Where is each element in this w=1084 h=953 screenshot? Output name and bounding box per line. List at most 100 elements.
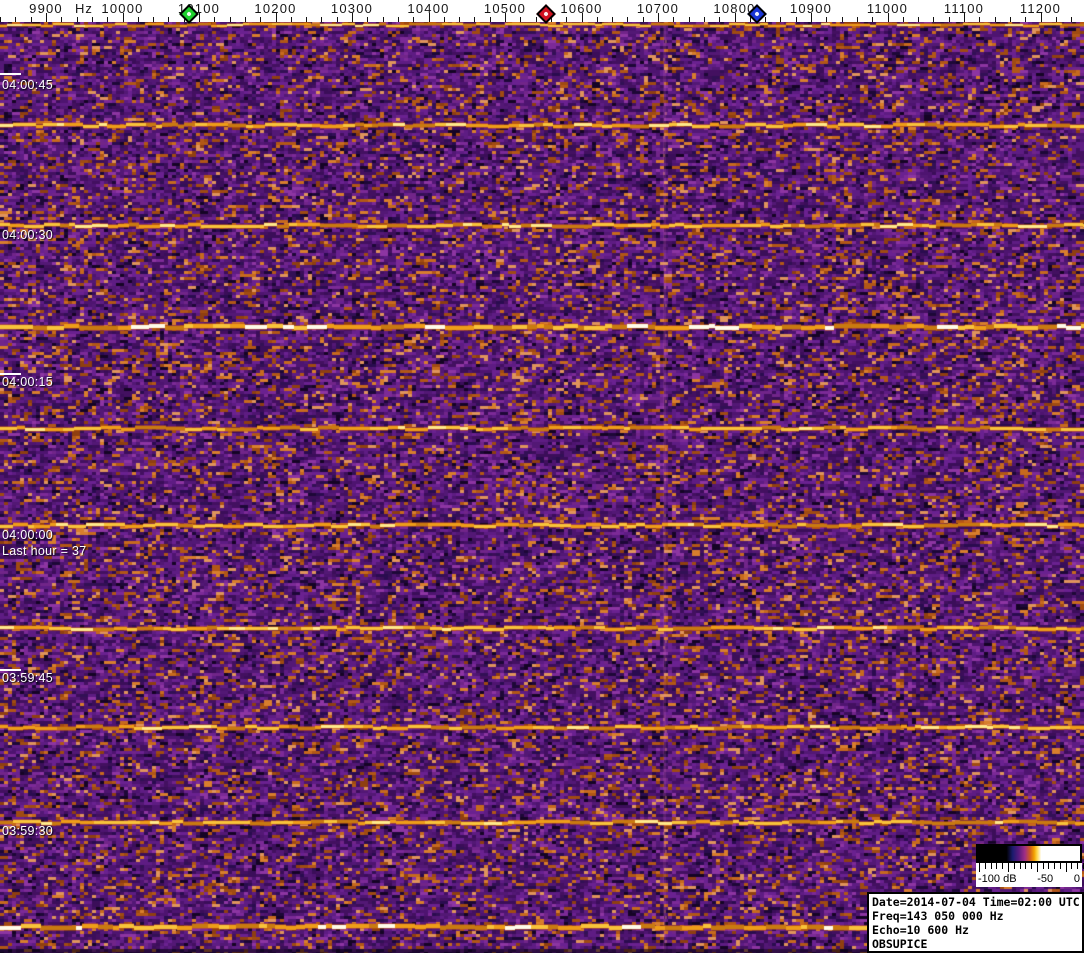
time-tick	[0, 73, 21, 75]
db-label-min: -100 dB	[978, 873, 1017, 885]
ruler-tick	[703, 17, 705, 22]
ruler-frequency-label: 10700	[636, 1, 680, 16]
ruler-tick	[566, 17, 568, 22]
ruler-frequency-label: 10500	[483, 1, 527, 16]
ruler-frequency-label: 11000	[866, 1, 909, 16]
ruler-tick	[994, 17, 996, 22]
ruler-tick	[15, 17, 17, 22]
station-info-box: Date=2014-07-04 Time=02:00 UTC Freq=143 0…	[867, 892, 1084, 953]
ruler-tick	[918, 17, 920, 22]
ruler-frequency-label: 10400	[407, 1, 450, 16]
time-label: 03:59:45	[2, 671, 54, 685]
ruler-frequency-label: 9900	[29, 1, 63, 16]
ruler-tick	[872, 17, 874, 22]
db-scale-labels: -100 dB -50 0	[976, 873, 1082, 887]
ruler-tick	[933, 17, 935, 22]
info-line: OBSUPICE	[872, 937, 928, 951]
info-line: Freq=143 050 000 Hz	[872, 909, 1004, 923]
ruler-tick	[642, 17, 644, 22]
ruler-tick	[765, 17, 767, 22]
ruler-tick	[107, 17, 109, 22]
frequency-unit-label: Hz	[75, 1, 93, 16]
time-label: 03:59:30	[2, 824, 54, 838]
ruler-frequency-label: 10600	[560, 1, 603, 16]
ruler-tick	[688, 17, 690, 22]
time-label: 04:00:30	[2, 228, 54, 242]
ruler-tick	[1055, 17, 1057, 22]
db-scale-tick	[1065, 863, 1067, 872]
ruler-tick	[627, 17, 629, 22]
ruler-tick	[795, 17, 797, 22]
ruler-tick	[214, 17, 216, 22]
frequency-ruler: Hz 9900 10000 10100 10200 10300 10400 10500 106…	[0, 0, 1084, 24]
marker-red-diamond-icon[interactable]	[536, 4, 556, 24]
ruler-tick	[382, 17, 384, 22]
ruler-tick	[856, 17, 858, 22]
time-label: 04:00:15	[2, 375, 54, 389]
db-scale-tick	[1031, 863, 1033, 869]
db-scale-tick	[1019, 863, 1021, 869]
ruler-tick	[520, 17, 522, 22]
ruler-tick	[397, 17, 399, 22]
ruler-tick	[321, 17, 323, 22]
last-hour-count-annotation: Last hour = 37	[2, 544, 87, 558]
ruler-tick	[1071, 17, 1073, 22]
ruler-frequency-label: 10000	[101, 1, 144, 16]
ruler-tick	[367, 17, 369, 22]
info-line: Echo=10 600 Hz	[872, 923, 969, 937]
ruler-tick	[443, 17, 445, 22]
db-scale-tick	[1054, 863, 1056, 869]
info-line: Date=2014-07-04 Time=02:00 UTC	[872, 895, 1080, 909]
ruler-tick	[780, 17, 782, 22]
db-scale-tick	[1077, 863, 1079, 869]
ruler-tick	[1009, 17, 1011, 22]
db-colorbar-legend: -100 dB -50 0	[976, 844, 1084, 887]
spectrogram-app: Hz 9900 10000 10100 10200 10300 10400 10500 106…	[0, 0, 1084, 953]
ruler-frequency-label: 11200	[1019, 1, 1062, 16]
ruler-frequency-label: 11100	[943, 1, 985, 16]
ruler-tick	[1025, 17, 1027, 22]
ruler-tick	[61, 17, 63, 22]
db-scale-tick	[1013, 863, 1015, 869]
ruler-tick	[290, 17, 292, 22]
ruler-tick	[841, 17, 843, 22]
ruler-tick	[413, 17, 415, 22]
ruler-tick	[596, 17, 598, 22]
ruler-tick	[489, 17, 491, 22]
ruler-tick	[30, 17, 32, 22]
db-scale-tick	[1071, 863, 1073, 869]
ruler-tick	[474, 17, 476, 22]
db-scale-tick	[1002, 863, 1004, 869]
ruler-frequency-label: 10200	[254, 1, 297, 16]
ruler-tick	[612, 17, 614, 22]
ruler-tick	[91, 17, 93, 22]
ruler-tick	[229, 17, 231, 22]
ruler-tick	[948, 17, 950, 22]
db-label-max: 0	[1073, 873, 1080, 885]
ruler-tick	[260, 17, 262, 22]
ruler-frequency-label: 10900	[789, 1, 833, 16]
ruler-tick	[76, 17, 78, 22]
ruler-tick	[902, 17, 904, 22]
db-scale-ticks	[976, 863, 1084, 873]
ruler-tick	[535, 17, 537, 22]
time-label: 04:00:00	[2, 528, 54, 542]
time-label: 04:00:45	[2, 78, 54, 92]
db-scale-tick	[984, 863, 986, 869]
db-scale-tick	[979, 863, 981, 872]
ruler-tick	[306, 17, 308, 22]
ruler-frequency-label: 10300	[330, 1, 374, 16]
db-scale-tick	[1048, 863, 1050, 869]
ruler-tick	[137, 17, 139, 22]
ruler-tick	[459, 17, 461, 22]
ruler-tick	[673, 17, 675, 22]
ruler-tick	[336, 17, 338, 22]
db-scale-tick	[1059, 863, 1061, 869]
ruler-tick	[719, 17, 721, 22]
db-scale-tick	[990, 863, 992, 869]
db-scale-tick	[1042, 863, 1044, 869]
ruler-tick	[979, 17, 981, 22]
ruler-tick	[168, 17, 170, 22]
db-scale-tick	[996, 863, 998, 869]
ruler-tick	[0, 17, 2, 22]
